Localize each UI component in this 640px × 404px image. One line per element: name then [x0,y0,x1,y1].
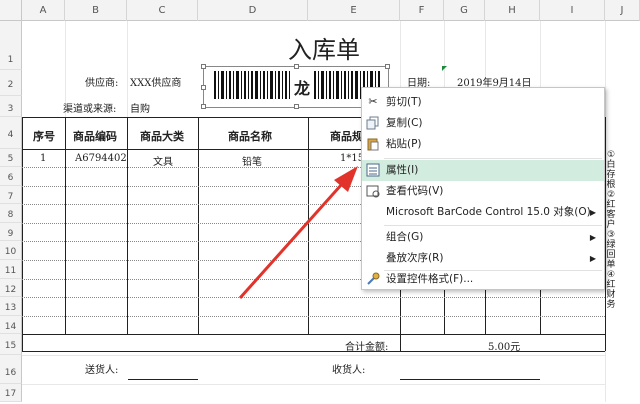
gridline [127,21,128,117]
row-header-3[interactable]: 3 [0,96,22,117]
menu-item-label: Microsoft BarCode Control 15.0 对象(O) [386,206,591,218]
column-header-g[interactable]: G [444,0,485,21]
select-all-corner[interactable] [0,0,22,21]
gridline [22,355,605,356]
comment-indicator [442,66,447,71]
row-header-12[interactable]: 12 [0,279,22,297]
scissors-icon: ✂ [368,95,378,108]
menu-item-label: 剪切(T) [386,96,422,108]
menu-item-cut[interactable]: ✂ 剪切(T) [362,92,604,113]
submenu-arrow-icon: ▶ [589,233,596,242]
resize-handle[interactable] [201,85,206,90]
submenu-arrow-icon: ▶ [589,254,596,263]
supplier-value[interactable]: XXX供应商 [130,74,181,89]
row-header-9[interactable]: 9 [0,223,22,241]
paste-icon [366,137,380,151]
row-separator [22,316,605,317]
column-header-j[interactable]: J [605,0,640,21]
column-header-b[interactable]: B [65,0,127,21]
menu-item-barcode-object[interactable]: Microsoft BarCode Control 15.0 对象(O) ▶ [362,202,604,223]
properties-icon [366,163,380,177]
row-header-11[interactable]: 11 [0,260,22,279]
header-product-name: 商品名称 [228,130,272,143]
table-border [65,117,66,334]
menu-item-copy[interactable]: 复制(C) [362,113,604,134]
table-border [22,334,605,335]
row-header-15[interactable]: 15 [0,334,22,355]
menu-separator [384,225,602,226]
resize-handle[interactable] [201,104,206,109]
resize-handle[interactable] [385,64,390,69]
form-title: 入库单 [288,36,360,64]
row-header-8[interactable]: 8 [0,204,22,223]
table-border [198,117,199,334]
column-header-e[interactable]: E [308,0,400,21]
column-header-bar: A B C D E F G H I J [0,0,640,21]
channel-label: 渠道或来源: [63,104,117,115]
header-product-category: 商品大类 [140,130,184,143]
menu-item-label: 设置控件格式(F)... [386,273,474,285]
deliverer-signature-line [128,379,198,380]
menu-item-label: 组合(G) [386,231,424,243]
row-header-16[interactable]: 16 [0,355,22,384]
header-product-spec: 商品规 [330,130,363,143]
copy-distribution-note: ①白存根 ②红客户 ③绿回单 ④红财务 [606,150,616,310]
supplier-label: 供应商: [85,78,119,89]
column-header-f[interactable]: F [400,0,444,21]
row-header-17[interactable]: 17 [0,384,22,402]
menu-separator [384,158,602,159]
menu-item-label: 属性(I) [386,164,419,176]
row-header-7[interactable]: 7 [0,186,22,204]
resize-handle[interactable] [294,104,299,109]
receiver-signature-line [400,379,540,380]
header-serial: 序号 [33,130,55,143]
column-header-d[interactable]: D [198,0,308,21]
row-header-6[interactable]: 6 [0,167,22,186]
context-menu: ✂ 剪切(T) 复制(C) 粘贴(P) 属性(I) 查看代码(V) Micros… [361,87,605,290]
total-label: 合计金额: [345,342,389,353]
menu-item-view-code[interactable]: 查看代码(V) [362,181,604,202]
row-header-5[interactable]: 5 [0,149,22,167]
channel-value[interactable]: 自购 [130,100,150,115]
gridline [22,384,605,385]
row-header-10[interactable]: 10 [0,241,22,260]
row-header-2[interactable]: 2 [0,70,22,96]
copy-icon [366,116,380,130]
total-value[interactable]: 5.00元 [488,338,520,353]
menu-item-label: 复制(C) [386,117,423,129]
submenu-arrow-icon: ▶ [589,208,596,217]
resize-handle[interactable] [201,64,206,69]
menu-item-order[interactable]: 叠放次序(R) ▶ [362,248,604,269]
row-header-14[interactable]: 14 [0,316,22,334]
format-control-icon [366,272,380,286]
row-header-4[interactable]: 4 [0,117,22,149]
column-header-h[interactable]: H [485,0,540,21]
menu-item-paste[interactable]: 粘贴(P) [362,134,604,155]
barcode-text: 龙 [293,79,310,98]
table-cell-category[interactable]: 文具 [153,153,173,168]
table-cell-code[interactable]: A6794402 [75,153,127,164]
row-header-1[interactable]: 1 [0,21,22,70]
resize-handle[interactable] [294,64,299,69]
menu-item-label: 叠放次序(R) [386,252,444,264]
menu-item-format-control[interactable]: 设置控件格式(F)... [362,269,604,290]
receiver-label: 收货人: [332,365,366,376]
column-header-a[interactable]: A [22,0,65,21]
column-header-i[interactable]: I [540,0,605,21]
menu-item-group[interactable]: 组合(G) ▶ [362,227,604,248]
table-cell-serial[interactable]: 1 [40,153,46,164]
column-header-c[interactable]: C [127,0,198,21]
view-code-icon [366,184,380,198]
deliverer-label: 送货人: [85,365,119,376]
menu-item-label: 粘贴(P) [386,138,422,150]
annotation-arrow [238,166,358,300]
table-border [127,117,128,334]
menu-item-label: 查看代码(V) [386,185,444,197]
header-product-code: 商品编码 [73,130,117,143]
menu-item-properties[interactable]: 属性(I) [362,160,604,181]
row-header-13[interactable]: 13 [0,297,22,316]
